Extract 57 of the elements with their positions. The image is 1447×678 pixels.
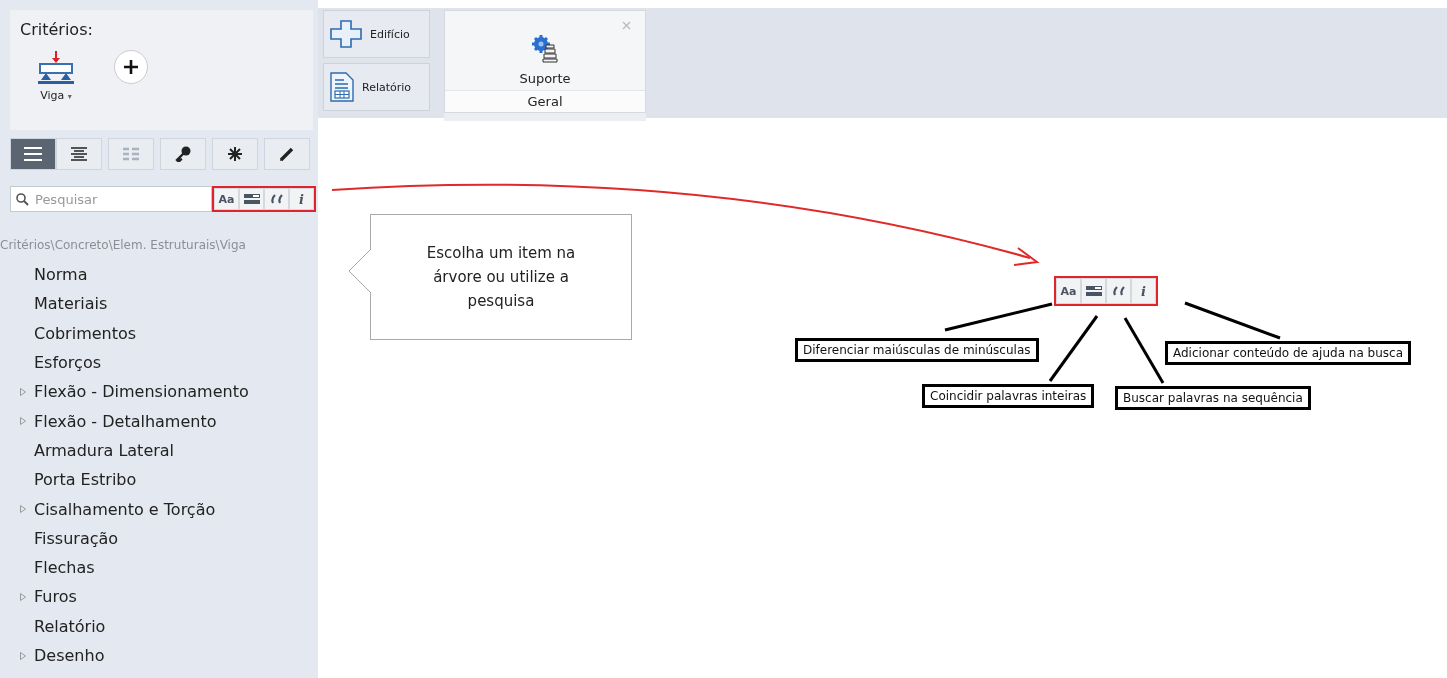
whole-word-toggle[interactable] <box>1081 278 1106 304</box>
callout-pointer <box>348 249 372 293</box>
plus-icon <box>123 58 139 75</box>
asterisk-icon <box>228 147 242 161</box>
leader-line <box>1123 317 1165 384</box>
beam-icon <box>38 51 74 85</box>
match-case-toggle[interactable]: Aa <box>214 188 239 210</box>
tree-item[interactable]: Flexão - Detalhamento <box>20 406 313 436</box>
list-icon <box>24 147 42 161</box>
tree-item[interactable]: Armadura Lateral <box>20 435 313 466</box>
view-toggle[interactable] <box>160 138 206 170</box>
tree-item[interactable]: Flexão - Dimensionamento <box>20 377 313 407</box>
criteria-title: Critérios: <box>20 20 94 39</box>
section-label: Geral <box>445 90 645 112</box>
tree-item[interactable]: Materiais <box>20 289 313 319</box>
annotation-label: Buscar palavras na sequência <box>1115 386 1311 410</box>
bar-icon <box>243 194 260 204</box>
plus-outline-icon <box>330 20 362 48</box>
quote-icon <box>1111 286 1126 296</box>
quote-toggle[interactable] <box>1106 278 1131 304</box>
whole-word-toggle[interactable] <box>239 188 264 210</box>
gear-stack-icon <box>532 35 558 63</box>
beam-dropdown[interactable]: Viga ▾ <box>38 51 74 102</box>
support-button[interactable]: Suporte <box>445 11 645 90</box>
key-icon <box>175 146 191 162</box>
breadcrumb: Critérios\Concreto\Elem. Estruturais\Viga <box>0 238 247 252</box>
tree-item[interactable]: Cobrimentos <box>20 318 313 348</box>
tree-item[interactable]: Desenho <box>20 640 313 671</box>
view-toggle[interactable] <box>212 138 258 170</box>
tree-item[interactable]: Relatório <box>20 611 313 641</box>
tree-item[interactable]: Flechas <box>20 552 313 583</box>
annotation-label: Coincidir palavras inteiras <box>922 384 1095 408</box>
help-content-toggle[interactable]: i <box>1131 278 1156 304</box>
help-content-toggle[interactable]: i <box>289 188 314 210</box>
tree-item[interactable]: Cisalhamento e Torção <box>20 494 313 524</box>
view-toggle[interactable] <box>10 138 56 170</box>
nav-button[interactable]: Edifício <box>323 10 430 58</box>
tree-item[interactable]: Norma <box>20 260 313 290</box>
tree-item[interactable]: Porta Estribo <box>20 465 313 495</box>
align-center-icon <box>71 147 87 161</box>
tree-item[interactable]: Fissuração <box>20 523 313 553</box>
tree-item[interactable]: Furos <box>20 582 313 612</box>
tree-item[interactable]: Esforços <box>20 347 313 378</box>
annotation-label: Diferenciar maiúsculas de minúsculas <box>795 338 1039 362</box>
view-toggle[interactable] <box>264 138 310 170</box>
quote-toggle[interactable] <box>264 188 289 210</box>
view-toggle[interactable] <box>56 138 102 170</box>
add-button[interactable] <box>114 49 148 84</box>
search-field[interactable]: Pesquisar <box>10 186 212 212</box>
pencil-icon <box>279 146 295 162</box>
document-icon <box>330 72 354 102</box>
match-case-toggle[interactable]: Aa <box>1056 278 1081 304</box>
quote-icon <box>269 194 284 204</box>
grid-icon <box>123 147 139 161</box>
annotation-label: Adicionar conteúdo de ajuda na busca <box>1165 341 1412 365</box>
nav-button[interactable]: Relatório <box>323 63 430 111</box>
bar-icon <box>1085 286 1102 296</box>
